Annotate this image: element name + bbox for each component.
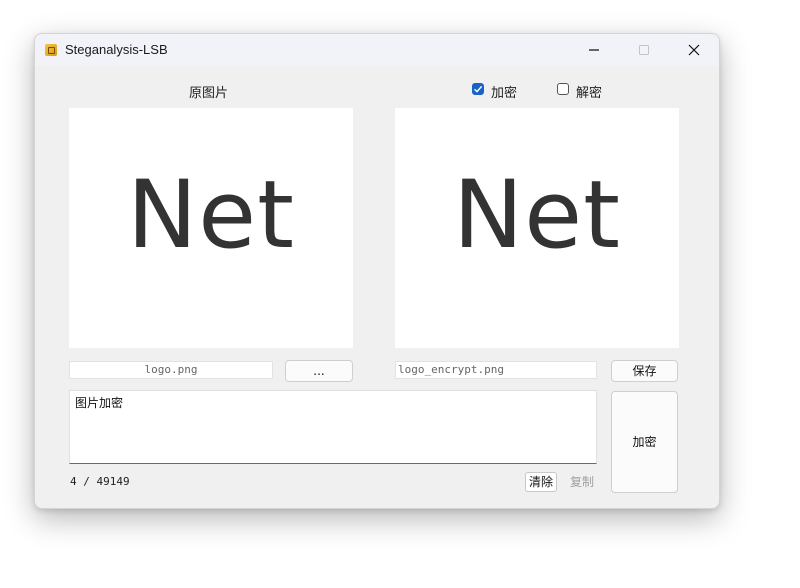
character-counter: 4 / 49149 xyxy=(70,475,130,488)
encrypt-checkbox[interactable]: 加密 xyxy=(472,82,532,101)
output-file-field[interactable]: logo_encrypt.png xyxy=(395,361,597,379)
message-textarea[interactable]: 图片加密 xyxy=(69,390,597,464)
checkbox-unchecked-icon xyxy=(557,83,569,95)
encrypt-checkbox-label: 加密 xyxy=(491,86,518,101)
window-title: Steganalysis-LSB xyxy=(65,42,168,57)
encrypt-run-button[interactable]: 加密 xyxy=(611,391,678,493)
maximize-icon xyxy=(639,45,649,55)
source-file-field[interactable]: logo.png xyxy=(69,361,273,379)
result-image-logo: Net xyxy=(452,161,621,270)
result-image-preview: Net xyxy=(395,108,679,348)
close-icon xyxy=(688,44,700,56)
minimize-button[interactable] xyxy=(571,34,617,66)
copy-button[interactable]: 复制 xyxy=(566,472,598,492)
clear-button[interactable]: 清除 xyxy=(525,472,557,492)
main-window: Steganalysis-LSB 原图片 加密 解密 Net Net logo.… xyxy=(34,33,720,509)
close-button[interactable] xyxy=(671,34,717,66)
browse-button[interactable]: ... xyxy=(285,360,353,382)
save-button[interactable]: 保存 xyxy=(611,360,678,382)
original-image-preview: Net xyxy=(69,108,353,348)
decrypt-checkbox-label: 解密 xyxy=(576,86,603,101)
minimize-icon xyxy=(589,49,599,51)
checkbox-checked-icon xyxy=(472,83,484,95)
title-bar[interactable]: Steganalysis-LSB xyxy=(35,34,719,66)
maximize-button xyxy=(621,34,667,66)
decrypt-checkbox[interactable]: 解密 xyxy=(557,82,617,101)
app-icon xyxy=(45,44,57,56)
original-image-label: 原图片 xyxy=(189,86,229,101)
original-image-logo: Net xyxy=(126,161,295,270)
